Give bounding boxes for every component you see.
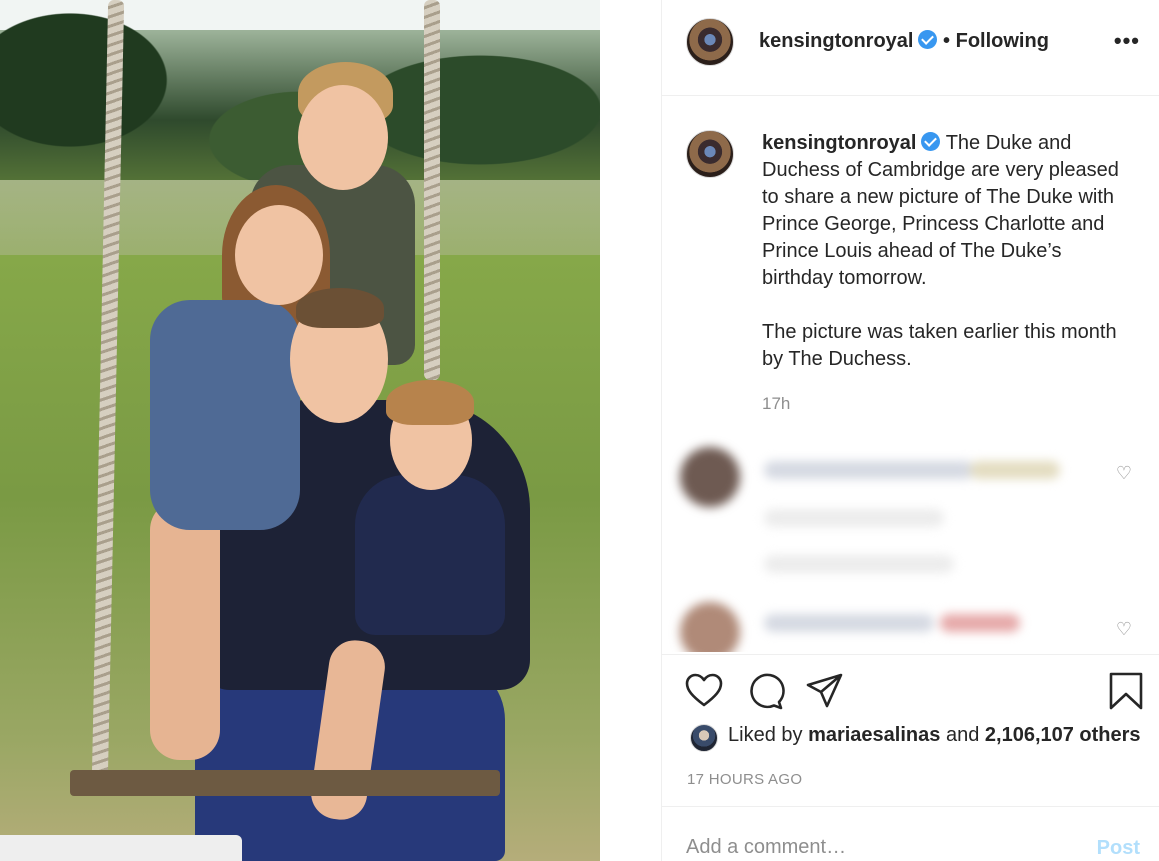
verified-badge-icon — [921, 132, 941, 151]
comment-line — [764, 614, 934, 632]
comment-icon[interactable] — [745, 671, 785, 711]
comment-line — [764, 555, 954, 573]
post-timestamp[interactable]: 17 HOURS AGO — [687, 771, 802, 788]
likes-count-link[interactable]: 2,106,107 others — [985, 724, 1141, 746]
header-username[interactable]: kensingtonroyal — [759, 30, 913, 52]
likes-summary: Liked by maria​esalinas and 2,106,107 ot… — [728, 724, 1141, 747]
account-avatar[interactable] — [686, 18, 734, 66]
likes-connector: and — [945, 724, 980, 746]
add-comment-bar: Post — [662, 806, 1159, 861]
photo-figure — [150, 500, 220, 760]
caption-username[interactable]: kensingtonroyal — [762, 132, 916, 154]
blurred-comment — [680, 602, 1150, 652]
add-comment-input[interactable] — [686, 833, 1046, 861]
photo-figure — [296, 288, 384, 328]
photo-figure — [355, 475, 505, 635]
comment-avatar — [680, 447, 740, 507]
comment-line — [940, 614, 1020, 632]
blurred-comment — [680, 447, 1150, 597]
swing-seat — [70, 770, 500, 796]
more-options-icon[interactable]: ••• — [1114, 28, 1140, 54]
header-account-row: kensingtonroyal • Following — [759, 30, 1049, 53]
caption-text-2: The picture was taken earlier this month… — [762, 321, 1117, 370]
following-button[interactable]: • Following — [943, 30, 1049, 52]
photo-figure — [150, 300, 300, 530]
liker-username[interactable]: maria​esalinas — [808, 724, 940, 746]
photo-figure — [386, 380, 474, 425]
photo-figure — [298, 85, 388, 190]
swing-rope-right — [424, 0, 440, 380]
likes-prefix: Liked by — [728, 724, 803, 746]
post-photo[interactable] — [0, 0, 600, 861]
comment-heart-icon[interactable]: ♡ — [1116, 463, 1132, 484]
comment-avatar — [680, 602, 740, 652]
photo-figure — [235, 205, 323, 305]
post-header: kensingtonroyal • Following ••• — [662, 0, 1159, 96]
photo-corner-overlay — [0, 835, 242, 861]
heart-icon[interactable] — [684, 671, 724, 711]
bookmark-icon[interactable] — [1106, 671, 1146, 711]
comment-line — [970, 461, 1060, 479]
comment-line — [764, 509, 944, 527]
comments-section: kensingtonroyal The Duke and Duchess of … — [662, 97, 1159, 652]
liker-avatar[interactable] — [690, 724, 718, 752]
post-caption: kensingtonroyal The Duke and Duchess of … — [762, 130, 1132, 373]
caption-text: The Duke and Duchess of Cambridge are ve… — [762, 132, 1119, 289]
verified-badge-icon — [918, 30, 938, 49]
instagram-post: kensingtonroyal • Following ••• kensingt… — [0, 0, 1159, 861]
paper-plane-icon[interactable] — [805, 671, 845, 711]
caption-time[interactable]: 17h — [762, 394, 790, 414]
post-side-panel: kensingtonroyal • Following ••• kensingt… — [661, 0, 1159, 861]
comment-line — [764, 461, 974, 479]
post-comment-button[interactable]: Post — [1097, 837, 1140, 860]
caption-avatar[interactable] — [686, 130, 734, 178]
comment-heart-icon[interactable]: ♡ — [1116, 619, 1132, 640]
